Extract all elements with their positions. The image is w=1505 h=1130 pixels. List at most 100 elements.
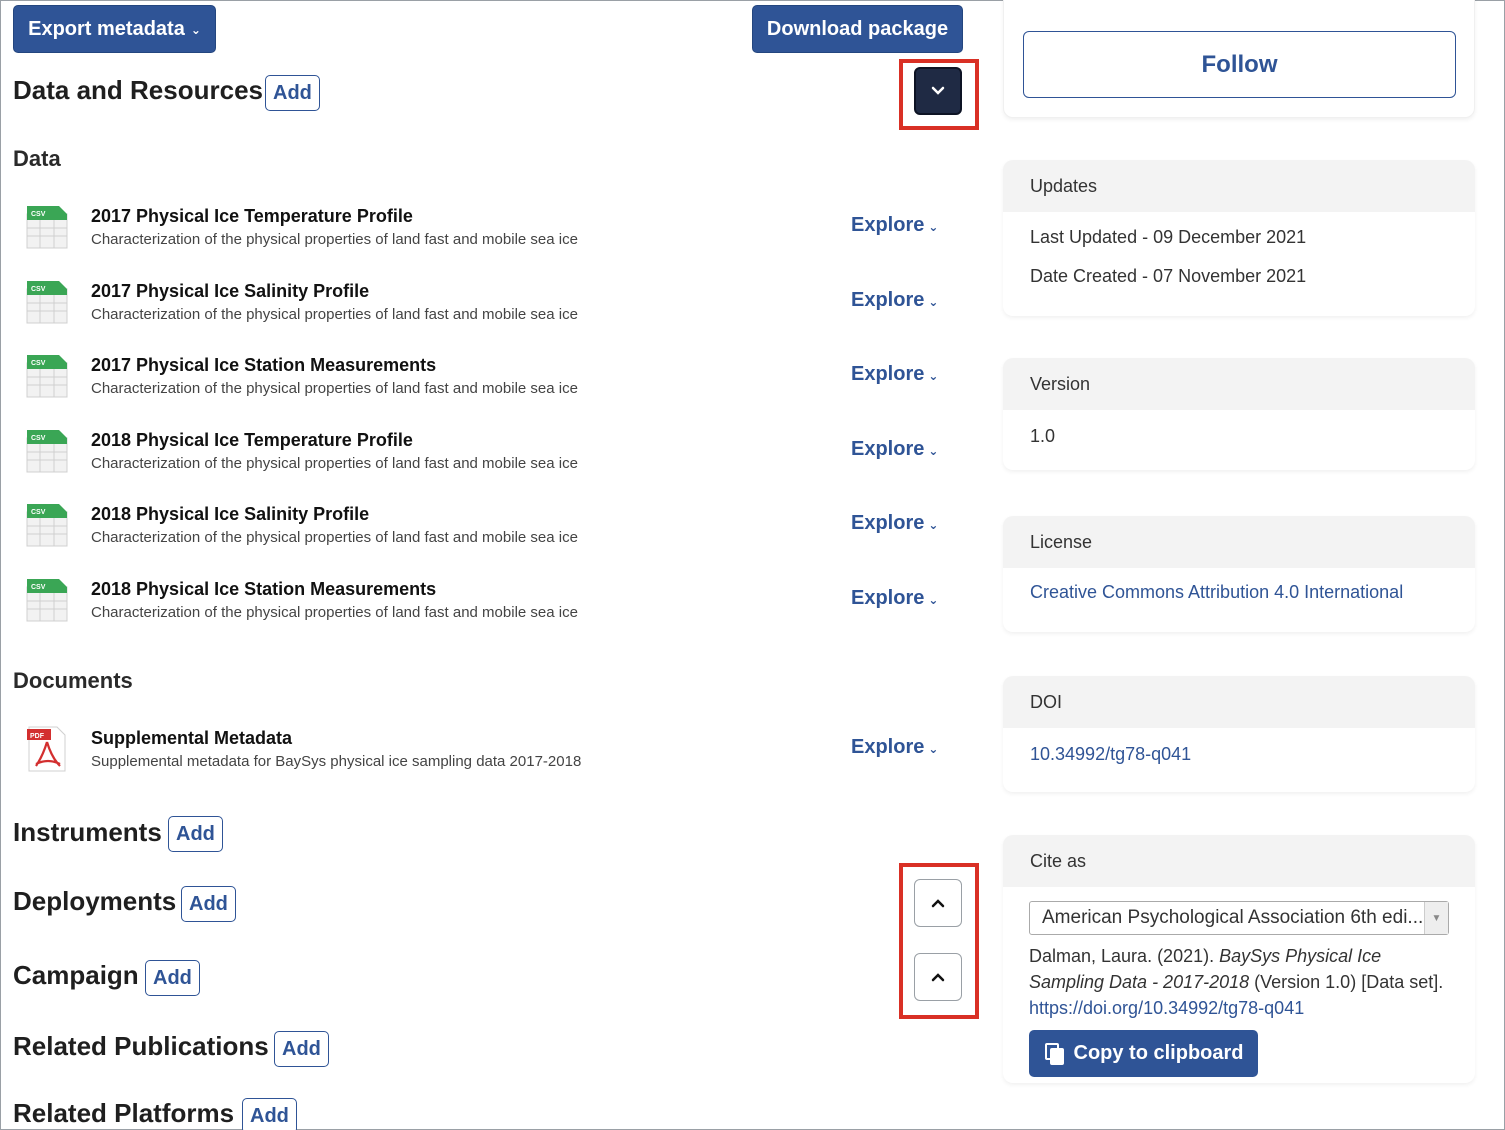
svg-text:CSV: CSV — [31, 435, 46, 442]
csv-file-icon: CSV — [26, 504, 68, 547]
add-campaign-button[interactable]: Add — [145, 960, 200, 996]
updates-card: Updates Last Updated - 09 December 2021 … — [1003, 160, 1475, 316]
explore-button[interactable]: Explore ⌄ — [851, 438, 938, 461]
citation-style-value: American Psychological Association 6th e… — [1042, 907, 1424, 928]
add-resource-button[interactable]: Add — [265, 75, 320, 111]
citation-doi-link[interactable]: https://doi.org/10.34992/tg78-q041 — [1029, 998, 1304, 1018]
data-resource-item: CSV 2018 Physical Ice Salinity Profile Cha… — [0, 502, 980, 562]
resource-title[interactable]: Supplemental Metadata — [91, 728, 292, 749]
copy-to-clipboard-button[interactable]: Copy to clipboard — [1029, 1030, 1258, 1077]
chevron-down-icon: ⌄ — [928, 369, 939, 384]
updates-heading: Updates — [1003, 160, 1475, 212]
add-publication-button[interactable]: Add — [274, 1031, 329, 1067]
follow-button[interactable]: Follow — [1023, 31, 1456, 98]
data-resources-title: Data and Resources — [13, 75, 263, 105]
citation-text: Dalman, Laura. (2021). BaySys Physical I… — [1029, 943, 1459, 1021]
explore-label: Explore — [851, 437, 925, 460]
add-instrument-button[interactable]: Add — [168, 816, 223, 852]
download-package-button[interactable]: Download package — [752, 5, 963, 53]
explore-button[interactable]: Explore ⌄ — [851, 289, 938, 312]
svg-text:CSV: CSV — [31, 286, 46, 293]
data-resource-item: CSV 2018 Physical Ice Station Measurement… — [0, 577, 980, 637]
citation-style-select[interactable]: American Psychological Association 6th e… — [1029, 901, 1449, 935]
collapse-resources-button[interactable] — [914, 67, 962, 115]
copy-label: Copy to clipboard — [1073, 1042, 1244, 1064]
resource-description: Supplemental metadata for BaySys physica… — [91, 753, 582, 770]
chevron-up-icon — [931, 973, 945, 982]
chevron-down-icon: ⌄ — [928, 518, 939, 533]
expand-campaign-button[interactable] — [914, 953, 962, 1001]
resource-title[interactable]: 2017 Physical Ice Station Measurements — [91, 355, 436, 376]
resource-description: Characterization of the physical propert… — [91, 380, 578, 398]
chevron-down-icon: ⌄ — [190, 23, 201, 37]
license-link[interactable]: Creative Commons Attribution 4.0 Interna… — [1030, 582, 1403, 602]
chevron-up-icon — [931, 899, 945, 908]
clipboard-icon — [1044, 1042, 1064, 1065]
csv-file-icon: CSV — [26, 280, 68, 324]
add-platform-button[interactable]: Add — [242, 1098, 297, 1130]
resource-title[interactable]: 2018 Physical Ice Station Measurements — [91, 579, 436, 600]
version-card: Version 1.0 — [1003, 358, 1475, 470]
svg-text:CSV: CSV — [31, 509, 46, 516]
related-publications-title: Related Publications — [13, 1031, 269, 1061]
doi-link[interactable]: 10.34992/tg78-q041 — [1030, 744, 1191, 764]
related-platforms-title: Related Platforms — [13, 1098, 235, 1128]
resource-description: Characterization of the physical propert… — [91, 604, 578, 621]
pdf-file-icon: PDF — [27, 726, 66, 772]
license-heading: License — [1003, 516, 1475, 568]
add-deployment-button[interactable]: Add — [181, 886, 236, 922]
resource-description: Characterization of the physical propert… — [91, 529, 578, 547]
campaign-title: Campaign — [13, 960, 139, 990]
explore-label: Explore — [851, 214, 925, 236]
resource-title[interactable]: 2017 Physical Ice Temperature Profile — [91, 206, 413, 227]
data-resource-item: CSV 2017 Physical Ice Temperature Profile… — [0, 204, 980, 264]
svg-text:CSV: CSV — [31, 584, 46, 591]
explore-button[interactable]: Explore ⌄ — [851, 363, 938, 386]
export-metadata-button[interactable]: Export metadata ⌄ — [13, 5, 216, 53]
csv-file-icon: CSV — [26, 579, 68, 622]
data-resource-item: CSV 2017 Physical Ice Station Measurement… — [0, 353, 980, 413]
export-metadata-label: Export metadata — [28, 17, 185, 40]
resource-title[interactable]: 2018 Physical Ice Temperature Profile — [91, 430, 413, 451]
resource-description: Characterization of the physical propert… — [91, 454, 578, 472]
csv-file-icon: CSV — [26, 355, 68, 398]
citation-prefix: Dalman, Laura. (2021). — [1029, 946, 1220, 966]
svg-text:CSV: CSV — [31, 211, 46, 218]
explore-label: Explore — [851, 512, 925, 535]
chevron-down-icon: ⌄ — [928, 742, 939, 756]
svg-text:CSV: CSV — [31, 360, 46, 367]
deployments-title: Deployments — [13, 886, 177, 916]
date-created: Date Created - 07 November 2021 — [1030, 266, 1307, 286]
chevron-down-icon: ⌄ — [928, 294, 939, 309]
explore-button[interactable]: Explore ⌄ — [851, 736, 938, 759]
doi-heading: DOI — [1003, 676, 1475, 728]
version-heading: Version — [1003, 358, 1475, 410]
data-resource-item: CSV 2017 Physical Ice Salinity Profile Cha… — [0, 279, 980, 339]
csv-file-icon: CSV — [26, 429, 68, 473]
explore-button[interactable]: Explore ⌄ — [851, 587, 938, 610]
resource-title[interactable]: 2018 Physical Ice Salinity Profile — [91, 504, 369, 525]
doi-card: DOI 10.34992/tg78-q041 — [1003, 676, 1475, 792]
svg-text:PDF: PDF — [30, 733, 45, 740]
documents-heading: Documents — [13, 668, 133, 693]
explore-label: Explore — [851, 736, 925, 758]
instruments-title: Instruments — [13, 817, 162, 847]
chevron-down-icon: ⌄ — [928, 443, 939, 458]
explore-button[interactable]: Explore ⌄ — [851, 512, 938, 535]
data-heading: Data — [13, 146, 61, 171]
chevron-down-icon: ⌄ — [928, 220, 939, 234]
license-card: License Creative Commons Attribution 4.0… — [1003, 516, 1475, 632]
explore-label: Explore — [851, 363, 925, 386]
last-updated: Last Updated - 09 December 2021 — [1030, 227, 1307, 247]
version-value: 1.0 — [1030, 426, 1056, 446]
chevron-down-icon: ⌄ — [928, 593, 939, 607]
resource-title[interactable]: 2017 Physical Ice Salinity Profile — [91, 281, 369, 302]
explore-label: Explore — [851, 587, 925, 609]
csv-file-icon: CSV — [26, 206, 68, 249]
dropdown-arrow-icon: ▼ — [1424, 902, 1448, 934]
cite-heading: Cite as — [1003, 835, 1475, 887]
resource-description: Characterization of the physical propert… — [91, 305, 578, 323]
document-resource-item: PDF Supplemental Metadata Supplemental met… — [0, 726, 980, 786]
explore-button[interactable]: Explore ⌄ — [851, 214, 938, 237]
expand-deployments-button[interactable] — [914, 879, 962, 927]
